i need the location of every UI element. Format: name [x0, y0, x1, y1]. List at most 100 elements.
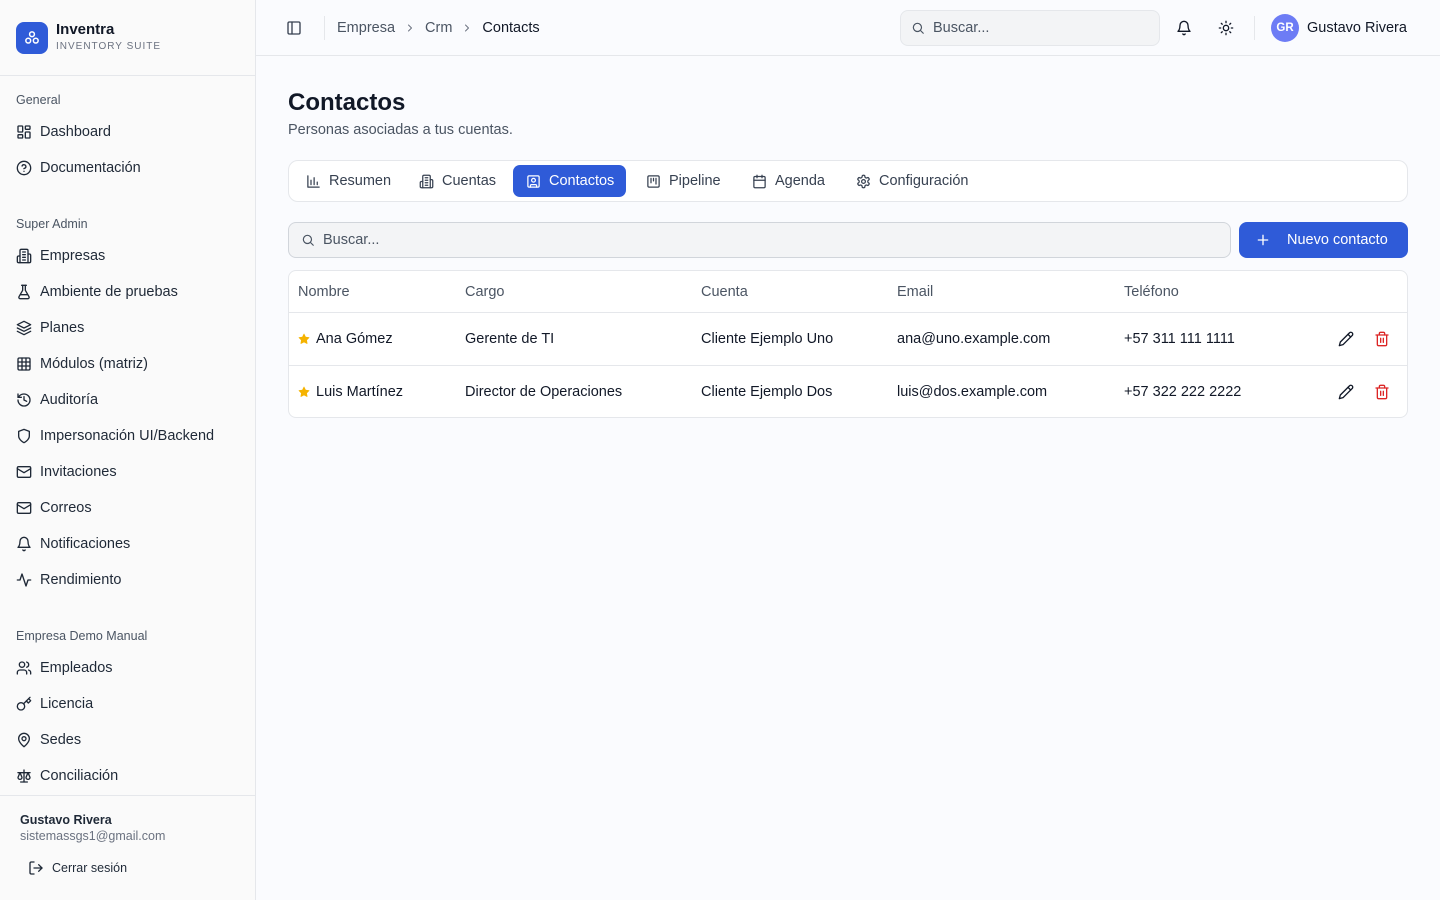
sidebar-item-label: Impersonación UI/Backend [40, 428, 215, 444]
topbar-divider [324, 16, 325, 40]
flask-icon [16, 284, 32, 300]
chevron-right-icon [404, 22, 416, 34]
new-contact-button[interactable]: Nuevo contacto [1239, 222, 1408, 258]
cell-name: Ana Gómez [298, 313, 393, 365]
footer-user-email: sistemassgs1@gmail.com [20, 829, 166, 843]
column-header-email[interactable]: Email [897, 271, 933, 312]
star-icon[interactable] [298, 386, 310, 398]
tab-contactos[interactable]: Contactos [513, 165, 627, 197]
tab-label: Contactos [549, 173, 615, 189]
sidebar-item-documentacion[interactable]: Documentación [8, 152, 247, 184]
tab-resumen[interactable]: Resumen [293, 165, 403, 197]
gear-icon [855, 173, 871, 189]
sidebar-item-conciliacion[interactable]: Conciliación [8, 760, 247, 792]
column-header-cargo[interactable]: Cargo [465, 271, 505, 312]
notifications-button[interactable] [1170, 14, 1198, 42]
sidebar-item-licencia[interactable]: Licencia [8, 688, 247, 720]
sidebar-item-dashboard[interactable]: Dashboard [8, 116, 247, 148]
sidebar-item-label: Rendimiento [40, 572, 122, 588]
sidebar-item-impersonacion[interactable]: Impersonación UI/Backend [8, 420, 247, 452]
history-icon [16, 392, 32, 408]
cell-role: Director de Operaciones [465, 384, 623, 400]
sun-icon [1218, 20, 1234, 36]
pencil-icon [1338, 331, 1354, 347]
sidebar-item-planes[interactable]: Planes [8, 312, 247, 344]
table-row[interactable]: Luis Martínez Director de Operaciones Cl… [289, 366, 1407, 417]
brand: Inventra INVENTORY SUITE [0, 0, 255, 76]
search-icon [911, 21, 925, 35]
sidebar-item-label: Empleados [40, 660, 113, 676]
sidebar-item-label: Sedes [40, 732, 82, 748]
cell-phone: +57 322 222 2222 [1124, 384, 1242, 400]
shield-icon [16, 428, 32, 444]
panel-left-icon [286, 20, 302, 36]
bell-icon [16, 536, 32, 552]
sidebar: Inventra INVENTORY SUITE General Dashboa… [0, 0, 256, 900]
delete-button[interactable] [1372, 382, 1392, 402]
bell-icon [1176, 20, 1192, 36]
search-icon [301, 233, 315, 247]
tab-pipeline[interactable]: Pipeline [633, 165, 733, 197]
sidebar-item-empresas[interactable]: Empresas [8, 240, 247, 272]
column-header-cuenta[interactable]: Cuenta [701, 271, 748, 312]
tab-agenda[interactable]: Agenda [739, 165, 837, 197]
sidebar-item-label: Ambiente de pruebas [40, 284, 178, 300]
star-icon[interactable] [298, 333, 310, 345]
breadcrumb: Empresa Crm Contacts [337, 0, 540, 56]
tab-cuentas[interactable]: Cuentas [406, 165, 508, 197]
footer-user-name: Gustavo Rivera [20, 813, 112, 827]
cell-account: Cliente Ejemplo Dos [701, 384, 833, 400]
sidebar-item-auditoria[interactable]: Auditoría [8, 384, 247, 416]
contact-icon [525, 173, 541, 189]
tab-label: Resumen [329, 173, 392, 189]
sidebar-item-label: Invitaciones [40, 464, 117, 480]
trash-icon [1374, 384, 1390, 400]
scale-icon [16, 768, 32, 784]
theme-toggle-button[interactable] [1212, 14, 1240, 42]
sidebar-footer: Gustavo Rivera sistemassgs1@gmail.com Ce… [0, 795, 255, 900]
contacts-search [288, 222, 1231, 258]
breadcrumb-item-crm[interactable]: Crm [425, 20, 452, 36]
sidebar-item-label: Notificaciones [40, 536, 131, 552]
table-row[interactable]: Ana Gómez Gerente de TI Cliente Ejemplo … [289, 313, 1407, 366]
sidebar-item-modulos-matriz[interactable]: Módulos (matriz) [8, 348, 247, 380]
sidebar-item-empleados[interactable]: Empleados [8, 652, 247, 684]
page-title: Contactos [288, 89, 406, 116]
sidebar-item-sedes[interactable]: Sedes [8, 724, 247, 756]
topbar: Empresa Crm Contacts GR Gustavo Rivera [256, 0, 1440, 56]
logout-button[interactable]: Cerrar sesión [20, 854, 127, 882]
activity-icon [16, 572, 32, 588]
calendar-icon [751, 173, 767, 189]
sidebar-item-label: Conciliación [40, 768, 119, 784]
user-name: Gustavo Rivera [1307, 20, 1407, 36]
sidebar-item-label: Licencia [40, 696, 94, 712]
table-icon [16, 356, 32, 372]
sidebar-toggle-button[interactable] [280, 14, 308, 42]
brand-subtitle: INVENTORY SUITE [56, 41, 162, 52]
sidebar-item-invitaciones[interactable]: Invitaciones [8, 456, 247, 488]
trash-icon [1374, 331, 1390, 347]
column-header-telefono[interactable]: Teléfono [1124, 271, 1179, 312]
edit-button[interactable] [1336, 329, 1356, 349]
sidebar-item-label: Auditoría [40, 392, 99, 408]
sidebar-item-rendimiento[interactable]: Rendimiento [8, 564, 247, 596]
contacts-search-input[interactable] [323, 232, 1203, 248]
topbar-divider [1254, 16, 1255, 40]
edit-button[interactable] [1336, 382, 1356, 402]
sidebar-item-ambiente-de-pruebas[interactable]: Ambiente de pruebas [8, 276, 247, 308]
global-search-input[interactable] [933, 20, 1133, 36]
layers-icon [16, 320, 32, 336]
sidebar-item-correos[interactable]: Correos [8, 492, 247, 524]
mail-icon [16, 500, 32, 516]
contact-name: Luis Martínez [316, 384, 404, 400]
kanban-icon [645, 173, 661, 189]
cell-name: Luis Martínez [298, 366, 404, 417]
delete-button[interactable] [1372, 329, 1392, 349]
tab-configuracion[interactable]: Configuración [843, 165, 980, 197]
user-menu-button[interactable]: GR Gustavo Rivera [1271, 14, 1407, 42]
column-header-nombre[interactable]: Nombre [298, 271, 350, 312]
breadcrumb-item-empresa[interactable]: Empresa [337, 20, 395, 36]
new-contact-label: Nuevo contacto [1287, 232, 1388, 248]
cell-email: luis@dos.example.com [897, 384, 1048, 400]
sidebar-item-notificaciones[interactable]: Notificaciones [8, 528, 247, 560]
